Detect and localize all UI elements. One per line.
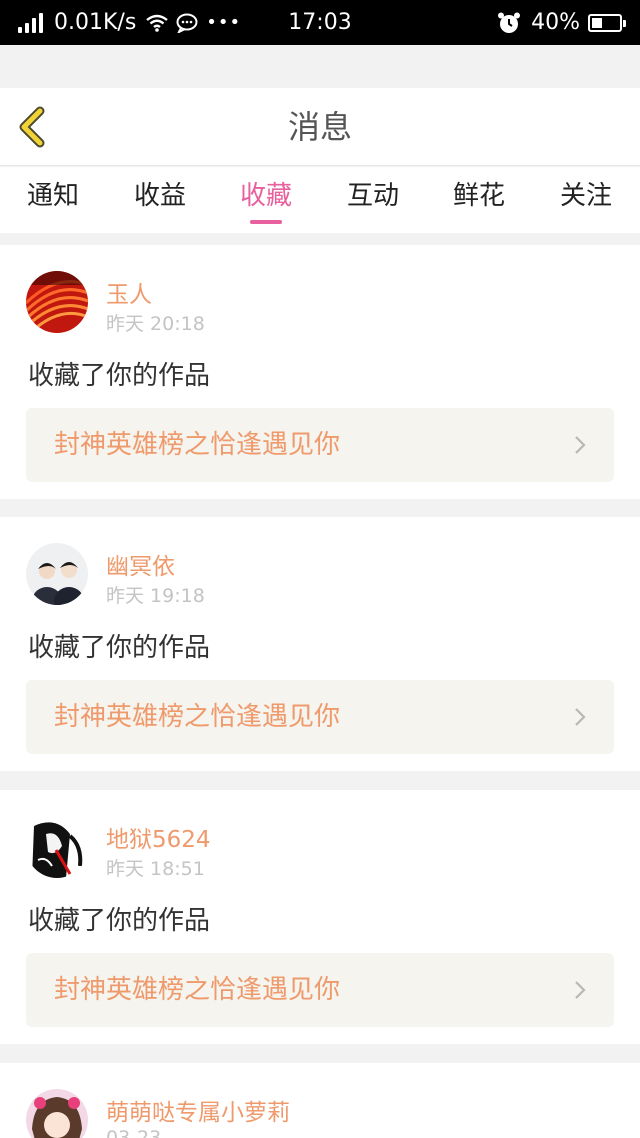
message-time: 03-23: [106, 1127, 162, 1138]
battery-icon: [588, 13, 626, 32]
user-name[interactable]: 幽冥依: [106, 547, 175, 581]
chevron-right-icon: [575, 708, 586, 726]
tab-flowers[interactable]: 鲜花: [426, 167, 532, 233]
avatar[interactable]: [26, 1089, 88, 1138]
user-name[interactable]: 玉人: [106, 275, 152, 309]
avatar[interactable]: [26, 816, 88, 878]
work-link[interactable]: 封神英雄榜之恰逢遇见你: [26, 953, 614, 1027]
alarm-icon: [498, 12, 521, 33]
page-header: 消息: [0, 88, 640, 166]
chevron-right-icon: [575, 436, 586, 454]
tab-label: 关注: [559, 181, 612, 211]
tab-follows[interactable]: 关注: [533, 167, 639, 233]
message-action: 收藏了你的作品: [28, 633, 211, 663]
work-link[interactable]: 封神英雄榜之恰逢遇见你: [26, 408, 614, 482]
message-time: 昨天 18:51: [106, 858, 205, 880]
chevron-right-icon: [575, 981, 586, 999]
tab-label: 收益: [133, 181, 186, 211]
work-title: 封神英雄榜之恰逢遇见你: [54, 430, 341, 460]
message-action: 收藏了你的作品: [28, 906, 211, 936]
message-card: 玉人 昨天 20:18 收藏了你的作品 封神英雄榜之恰逢遇见你: [0, 245, 640, 499]
tab-bar: 通知 收益 收藏 互动 鲜花 关注: [0, 167, 640, 233]
message-time: 昨天 19:18: [106, 585, 205, 607]
avatar[interactable]: [26, 271, 88, 333]
tab-label: 收藏: [239, 181, 292, 211]
work-link[interactable]: 封神英雄榜之恰逢遇见你: [26, 680, 614, 754]
tab-label: 鲜花: [452, 181, 505, 211]
message-card: 萌萌哒专属小萝莉 03-23: [0, 1063, 640, 1138]
user-name[interactable]: 地狱5624: [106, 820, 211, 854]
battery-percent: 40%: [531, 10, 580, 35]
tab-notifications[interactable]: 通知: [0, 167, 106, 233]
user-name[interactable]: 萌萌哒专属小萝莉: [106, 1093, 290, 1127]
tab-interactions[interactable]: 互动: [320, 167, 426, 233]
message-card: 地狱5624 昨天 18:51 收藏了你的作品 封神英雄榜之恰逢遇见你: [0, 790, 640, 1044]
tab-label: 通知: [26, 181, 79, 211]
work-title: 封神英雄榜之恰逢遇见你: [54, 975, 341, 1005]
tab-label: 互动: [346, 181, 399, 211]
message-card: 幽冥依 昨天 19:18 收藏了你的作品 封神英雄榜之恰逢遇见你: [0, 517, 640, 771]
work-title: 封神英雄榜之恰逢遇见你: [54, 702, 341, 732]
page-title: 消息: [287, 108, 352, 146]
avatar[interactable]: [26, 543, 88, 605]
active-tab-indicator: [250, 220, 282, 224]
tab-favorites[interactable]: 收藏: [213, 167, 319, 233]
message-action: 收藏了你的作品: [28, 361, 211, 391]
tab-earnings[interactable]: 收益: [107, 167, 213, 233]
status-bar: 0.01K/s ••• 17:03 40%: [0, 0, 640, 45]
message-time: 昨天 20:18: [106, 313, 205, 335]
